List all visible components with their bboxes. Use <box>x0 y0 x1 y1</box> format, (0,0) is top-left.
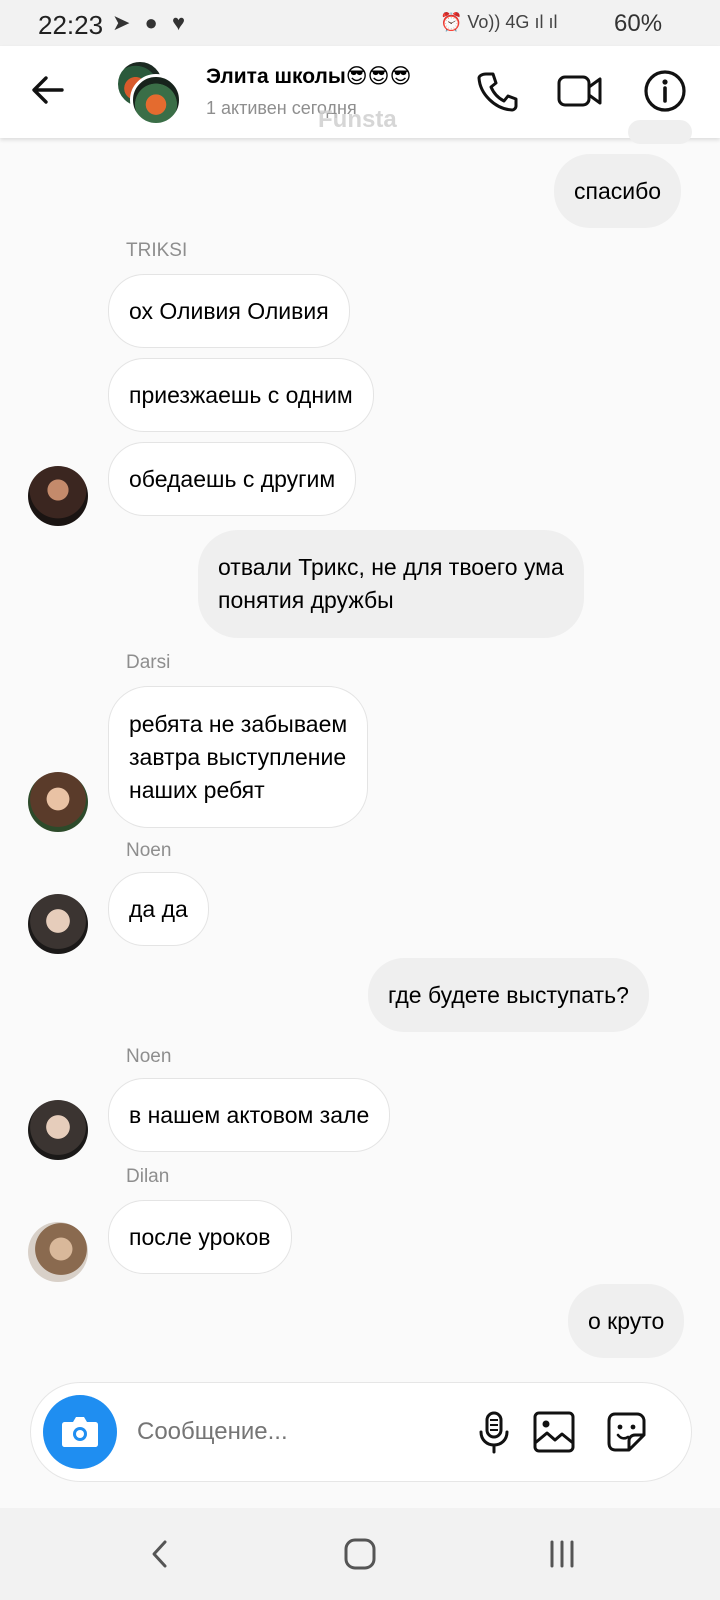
avatar[interactable] <box>28 466 88 526</box>
sender-name: TRIKSI <box>126 240 188 261</box>
sender-name: Noen <box>126 840 172 861</box>
message-input[interactable] <box>135 1411 439 1453</box>
message-bubble-outgoing[interactable]: отвали Трикс, не для твоего ума понятия … <box>198 530 584 638</box>
chevron-left-icon <box>152 1540 167 1568</box>
message-text-line: наших ребят <box>129 776 265 803</box>
camera-button[interactable] <box>43 1395 117 1469</box>
message-bubble-incoming[interactable]: после уроков <box>108 1200 292 1274</box>
signal-icons: ⏰ Vo)) 4G ıl ıl <box>440 12 558 32</box>
sender-name: Dilan <box>126 1166 170 1187</box>
info-button[interactable] <box>642 68 688 114</box>
chat-header: Элита школы😎😎😎 1 активен сегодня Funsta <box>0 46 720 138</box>
system-nav-bar <box>0 1508 720 1600</box>
notification-icons: ➤ ● ♥ <box>112 10 190 35</box>
message-list[interactable]: спасибо TRIKSI ох Оливия Оливия приезжае… <box>0 120 720 1360</box>
message-bubble-partial <box>628 120 692 144</box>
message-bubble-incoming[interactable]: да да <box>108 872 209 946</box>
image-icon <box>533 1411 575 1453</box>
message-text: ох Оливия Оливия <box>129 297 329 324</box>
message-composer <box>30 1382 692 1482</box>
avatar[interactable] <box>28 894 88 954</box>
sender-name: Darsi <box>126 652 171 673</box>
voice-message-button[interactable] <box>471 1409 517 1455</box>
status-bar: 22:23 ➤ ● ♥ ⏰ Vo)) 4G ıl ıl 60% <box>0 0 720 46</box>
message-text-line: ребята не забываем <box>129 710 348 737</box>
battery-level: 60% <box>614 10 663 37</box>
call-button[interactable] <box>474 68 520 114</box>
message-bubble-incoming[interactable]: обедаешь с другим <box>108 442 357 516</box>
avatar[interactable] <box>28 1100 88 1160</box>
nav-recents-button[interactable] <box>540 1532 584 1576</box>
nav-back-button[interactable] <box>138 1532 182 1576</box>
message-text: обедаешь с другим <box>129 465 336 492</box>
message-text: да да <box>129 895 188 922</box>
info-icon <box>644 70 686 112</box>
nav-home-button[interactable] <box>338 1532 382 1576</box>
message-text: о круто <box>588 1307 665 1334</box>
back-button[interactable] <box>26 68 70 112</box>
status-time: 22:23 <box>38 10 104 40</box>
message-text: после уроков <box>129 1223 271 1250</box>
message-text: где будете выступать? <box>388 981 629 1008</box>
message-bubble-outgoing[interactable]: спасибо <box>554 154 682 228</box>
message-text-line: понятия дружбы <box>218 587 394 613</box>
message-text: приезжаешь с одним <box>129 381 353 408</box>
message-bubble-incoming[interactable]: приезжаешь с одним <box>108 358 374 432</box>
message-text: в нашем актовом зале <box>129 1101 370 1128</box>
phone-icon <box>477 72 518 112</box>
group-avatar[interactable] <box>116 60 182 126</box>
sticker-icon <box>607 1412 646 1452</box>
message-text: спасибо <box>574 177 662 204</box>
message-bubble-outgoing[interactable]: где будете выступать? <box>368 958 649 1032</box>
arrow-left-icon <box>32 76 64 104</box>
gallery-button[interactable] <box>531 1409 577 1455</box>
avatar[interactable] <box>28 1222 88 1282</box>
message-text-line: завтра выступление <box>129 743 347 770</box>
avatar[interactable] <box>28 772 88 832</box>
microphone-icon <box>479 1411 509 1454</box>
recents-icon <box>550 1540 574 1568</box>
message-bubble-incoming[interactable]: ребята не забываем завтра выступление на… <box>108 686 369 828</box>
video-camera-icon <box>557 75 602 107</box>
message-text-line: отвали Трикс, не для твоего ума <box>218 554 564 580</box>
avatar <box>130 74 182 126</box>
watermark: Funsta <box>318 106 397 133</box>
message-bubble-incoming[interactable]: в нашем актовом зале <box>108 1078 391 1152</box>
sticker-button[interactable] <box>603 1409 649 1455</box>
home-icon <box>344 1538 376 1570</box>
video-call-button[interactable] <box>556 68 602 114</box>
camera-icon <box>62 1417 98 1447</box>
message-bubble-outgoing[interactable]: о круто <box>568 1284 685 1358</box>
message-bubble-incoming[interactable]: ох Оливия Оливия <box>108 274 350 348</box>
chat-title[interactable]: Элита школы😎😎😎 <box>206 64 411 89</box>
sender-name: Noen <box>126 1046 172 1067</box>
